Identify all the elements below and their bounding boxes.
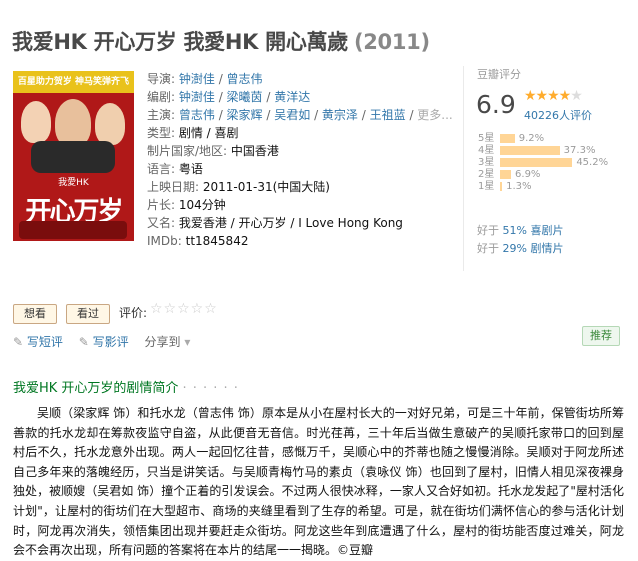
rating-count-link[interactable]: 40226人评价 xyxy=(524,107,592,123)
synopsis-heading: 我爱HK 开心万岁的剧情简介 · · · · · · xyxy=(13,381,239,396)
director-link[interactable]: 曾志伟 xyxy=(227,72,263,86)
rating-stars-icon: ★★★★★ xyxy=(524,88,583,104)
rating-bar-row: 4星 37.3% xyxy=(478,145,596,156)
rating-header: 豆瓣评分 xyxy=(477,68,521,81)
writer-link[interactable]: 梁曦茵 xyxy=(227,90,263,104)
better-than: 好于 51% 喜剧片 好于 29% 剧情片 xyxy=(477,222,563,258)
rating-bar-row: 5星 9.2% xyxy=(478,133,545,144)
info-director: 导演: 钟澍佳 / 曾志伟 xyxy=(147,72,263,86)
rating-distribution: 5星 9.2% 4星 37.3% 3星 45.2% 2星 6.9% 1星 1.3% xyxy=(478,133,628,193)
rating-bar-fill xyxy=(500,157,573,167)
better-than-comedy: 好于 51% 喜剧片 xyxy=(477,224,564,237)
chevron-down-icon: ▾ xyxy=(184,335,191,349)
movie-info: 导演: 钟澍佳 / 曾志伟 编剧: 钟澍佳 / 梁曦茵 / 黄洋达 主演: 曾志… xyxy=(147,70,457,250)
cast-link[interactable]: 黄宗泽 xyxy=(322,108,358,122)
rating-bar-fill xyxy=(500,169,512,179)
title-year: (2011) xyxy=(353,30,430,54)
info-language: 语言: 粤语 xyxy=(147,162,203,176)
rate-label: 评价: xyxy=(119,306,148,320)
info-region: 制片国家/地区: 中国香港 xyxy=(147,144,279,158)
director-link[interactable]: 钟澍佳 xyxy=(179,72,215,86)
heading-dots: · · · · · · xyxy=(182,381,239,396)
poster-footer xyxy=(19,221,127,239)
rating-bar-row: 3星 45.2% xyxy=(478,157,609,168)
poster-person xyxy=(55,99,91,147)
title-main: 我爱HK 开心万岁 我愛HK 開心萬歲 xyxy=(12,30,348,54)
info-genre: 类型: 剧情 / 喜剧 xyxy=(147,126,239,140)
poster-person xyxy=(95,103,125,145)
rating-bar-fill xyxy=(500,181,503,191)
write-short-review-link[interactable]: ✎ 写短评 xyxy=(13,335,63,349)
info-runtime: 片长: 104分钟 xyxy=(147,198,226,212)
synopsis-text: 吴顺（梁家辉 饰）和托水龙（曾志伟 饰）原本是从小在屋村长大的一对好兄弟，可是三… xyxy=(13,406,624,558)
cast-more-link[interactable]: 更多... xyxy=(417,108,452,122)
info-imdb: IMDb: tt1845842 xyxy=(147,234,249,248)
action-links: ✎ 写短评 ✎ 写影评 分享到 ▾ xyxy=(13,333,202,350)
rating-score: 6.9 xyxy=(476,90,516,119)
watched-button[interactable]: 看过 xyxy=(66,304,110,324)
recommend-button[interactable]: 推荐 xyxy=(582,326,620,346)
share-dropdown[interactable]: 分享到 ▾ xyxy=(144,335,190,349)
rate-stars-icon[interactable]: ☆☆☆☆☆ xyxy=(150,301,218,317)
rating-bar-fill xyxy=(500,133,515,143)
rating-bar-row: 1星 1.3% xyxy=(478,181,532,192)
cast-link[interactable]: 曾志伟 xyxy=(179,108,215,122)
better-than-drama: 好于 29% 剧情片 xyxy=(477,242,564,255)
page-title: 我爱HK 开心万岁 我愛HK 開心萬歲 (2011) xyxy=(12,26,430,56)
info-writer: 编剧: 钟澍佳 / 梁曦茵 / 黄洋达 xyxy=(147,90,311,104)
movie-poster[interactable]: 百星助力贺岁 神马笑弹齐飞 我愛HK 开心万岁 xyxy=(13,71,134,241)
cast-link[interactable]: 王祖蓝 xyxy=(370,108,406,122)
writer-link[interactable]: 黄洋达 xyxy=(274,90,310,104)
poster-person xyxy=(31,141,115,173)
pencil-icon: ✎ xyxy=(13,335,24,349)
rating-bar-row: 2星 6.9% xyxy=(478,169,541,180)
cast-link[interactable]: 吴君如 xyxy=(274,108,310,122)
info-cast: 主演: 曾志伟 / 梁家辉 / 吴君如 / 黄宗泽 / 王祖蓝 / 更多... xyxy=(147,108,453,122)
writer-link[interactable]: 钟澍佳 xyxy=(179,90,215,104)
cast-link[interactable]: 梁家辉 xyxy=(227,108,263,122)
poster-person xyxy=(21,101,51,143)
better-than-comedy-link[interactable]: 51% 喜剧片 xyxy=(503,224,564,237)
poster-small-title: 我愛HK xyxy=(58,178,89,188)
info-release: 上映日期: 2011-01-31(中国大陆) xyxy=(147,180,330,194)
poster-band: 百星助力贺岁 神马笑弹齐飞 xyxy=(13,71,134,93)
pencil-icon: ✎ xyxy=(78,335,89,349)
want-to-watch-button[interactable]: 想看 xyxy=(13,304,57,324)
rating-bar-fill xyxy=(500,145,560,155)
info-aka: 又名: 我爱香港 / 开心万岁 / I Love Hong Kong xyxy=(147,216,403,230)
divider xyxy=(463,66,464,271)
write-review-link[interactable]: ✎ 写影评 xyxy=(79,335,129,349)
better-than-drama-link[interactable]: 29% 剧情片 xyxy=(503,242,564,255)
